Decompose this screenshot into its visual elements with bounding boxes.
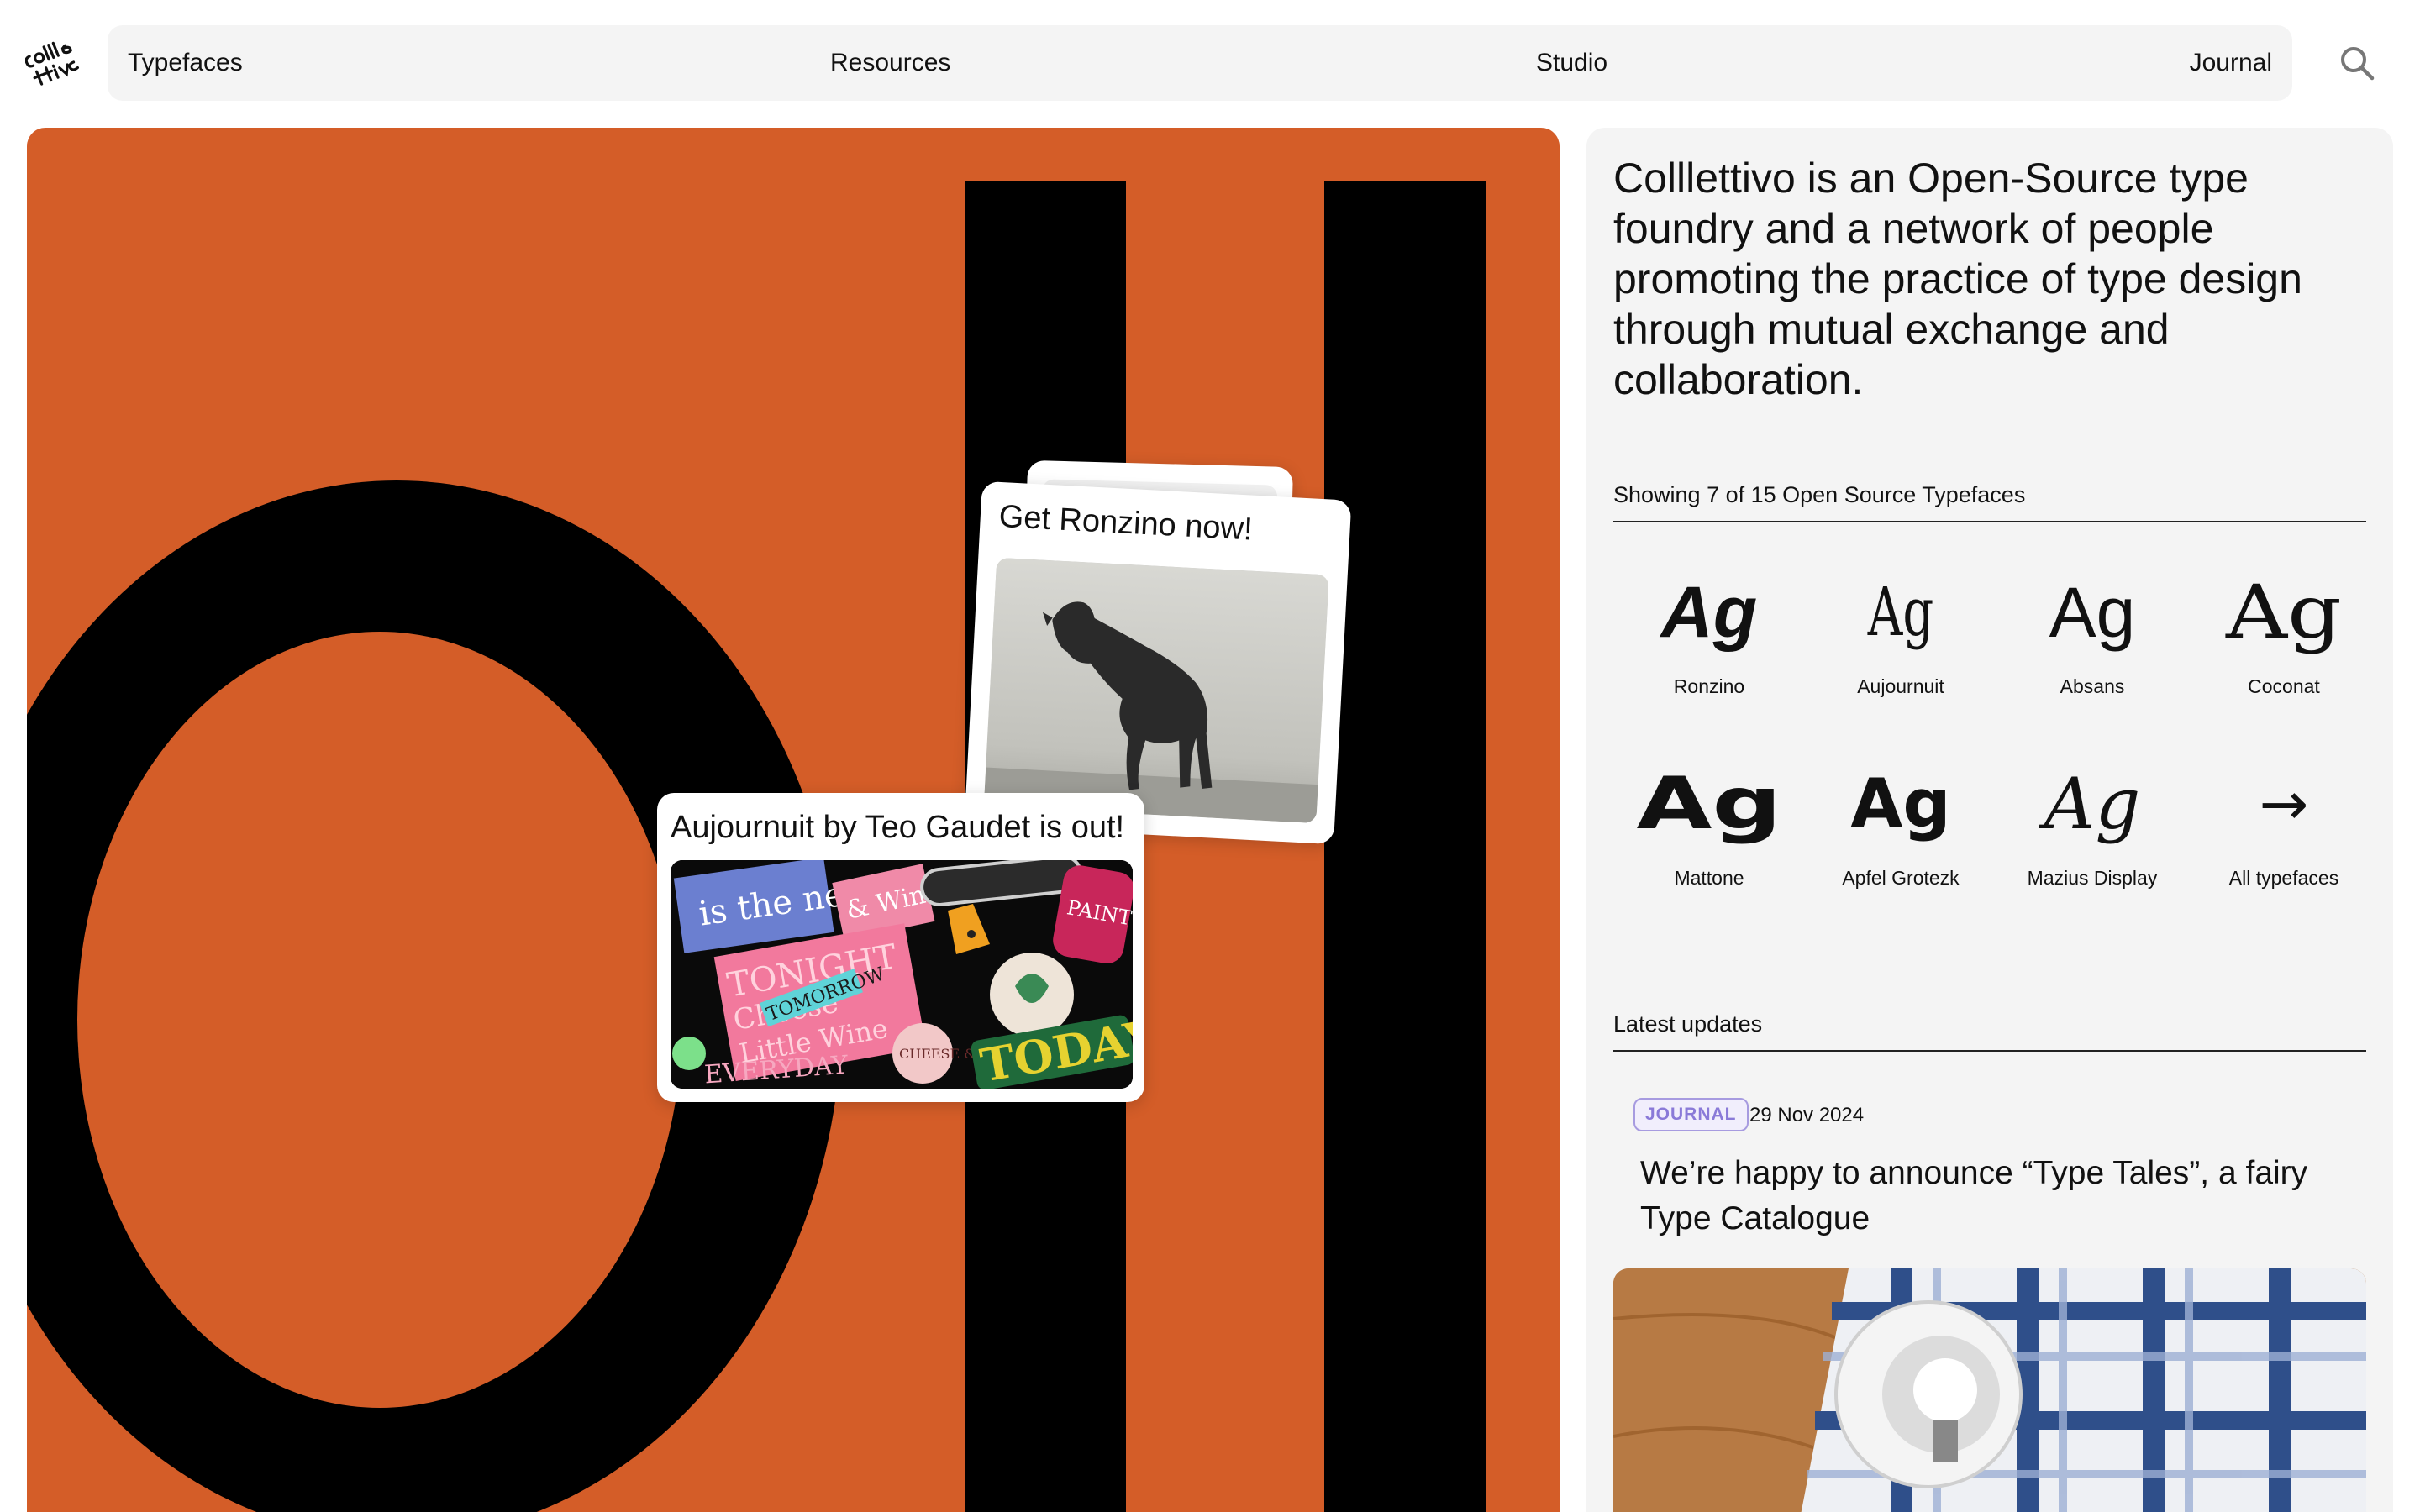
glyph-sample: Ag xyxy=(2226,569,2342,655)
typefaces-count-label: Showing 7 of 15 Open Source Typefaces xyxy=(1613,482,2026,507)
typeface-name: Coconat xyxy=(2248,675,2320,697)
glyph-sample: Ag xyxy=(2044,763,2141,845)
update-date: 29 Nov 2024 xyxy=(1749,1104,1865,1126)
logo[interactable] xyxy=(24,32,86,92)
ronzino-promo-card[interactable]: Get Ronzino now! xyxy=(964,480,1352,845)
typeface-name: Aujournuit xyxy=(1857,675,1944,697)
typeface-name: Ronzino xyxy=(1673,675,1745,697)
glyph-sample: Ag xyxy=(1867,573,1934,651)
typeface-ronzino[interactable]: Ag Ronzino xyxy=(1613,558,1805,726)
typeface-name: Mazius Display xyxy=(2027,867,2158,889)
nav-typefaces[interactable]: Typefaces xyxy=(128,25,243,101)
glyph-sample: Ag xyxy=(1660,572,1758,653)
nav-journal[interactable]: Journal xyxy=(2190,25,2272,101)
divider xyxy=(1613,521,2366,522)
typeface-aujournuit[interactable]: Ag Aujournuit xyxy=(1805,558,1996,726)
typeface-name: Absans xyxy=(2060,675,2125,697)
intro-text: Colllettivo is an Open-Source type found… xyxy=(1613,155,2302,403)
aujournuit-promo-card[interactable]: Aujournuit by Teo Gaudet is out! is the … xyxy=(657,793,1144,1102)
update-photo[interactable] xyxy=(1613,1268,2366,1512)
journal-badge[interactable]: JOURNAL xyxy=(1634,1098,1749,1131)
typeface-coconat[interactable]: Ag Coconat xyxy=(2188,558,2380,726)
info-panel: Colllettivo is an Open-Source type found… xyxy=(1586,128,2393,1512)
update-title[interactable]: We’re happy to announce “Type Tales”, a … xyxy=(1640,1151,2363,1242)
all-typefaces-link[interactable]: → All typefaces xyxy=(2188,749,2380,917)
main-nav: Typefaces Resources Studio Journal xyxy=(108,25,2292,101)
horse-photo xyxy=(983,557,1329,824)
hero-banner: currently online Get Ronzino now! Aujou xyxy=(27,128,1560,1512)
typeface-name: Mattone xyxy=(1674,867,1744,889)
typeface-mattone[interactable]: Ag Mattone xyxy=(1613,749,1805,917)
typeface-mazius-display[interactable]: Ag Mazius Display xyxy=(1996,749,2188,917)
glyph-sample: Ag xyxy=(1850,764,1951,843)
typeface-apfel-grotezk[interactable]: Ag Apfel Grotezk xyxy=(1805,749,1996,917)
typeface-name: All typefaces xyxy=(2228,867,2339,889)
glyph-sample: Ag xyxy=(2049,573,2136,652)
nav-studio[interactable]: Studio xyxy=(1536,25,1607,101)
typeface-name: Apfel Grotezk xyxy=(1842,867,1960,889)
arrow-right-icon: → xyxy=(2259,769,2309,838)
sticker-collage: is the new & Wine TONIGHT Cheese Little … xyxy=(671,860,1133,1089)
glyph-sample: Ag xyxy=(1636,762,1782,846)
aujournuit-card-title: Aujournuit by Teo Gaudet is out! xyxy=(671,810,1125,845)
ronzino-card-title: Get Ronzino now! xyxy=(997,498,1254,548)
nav-resources[interactable]: Resources xyxy=(830,25,950,101)
divider xyxy=(1613,1050,2366,1052)
latest-updates-label: Latest updates xyxy=(1613,1011,1763,1037)
search-icon[interactable] xyxy=(2336,42,2378,84)
typeface-absans[interactable]: Ag Absans xyxy=(1996,558,2188,726)
